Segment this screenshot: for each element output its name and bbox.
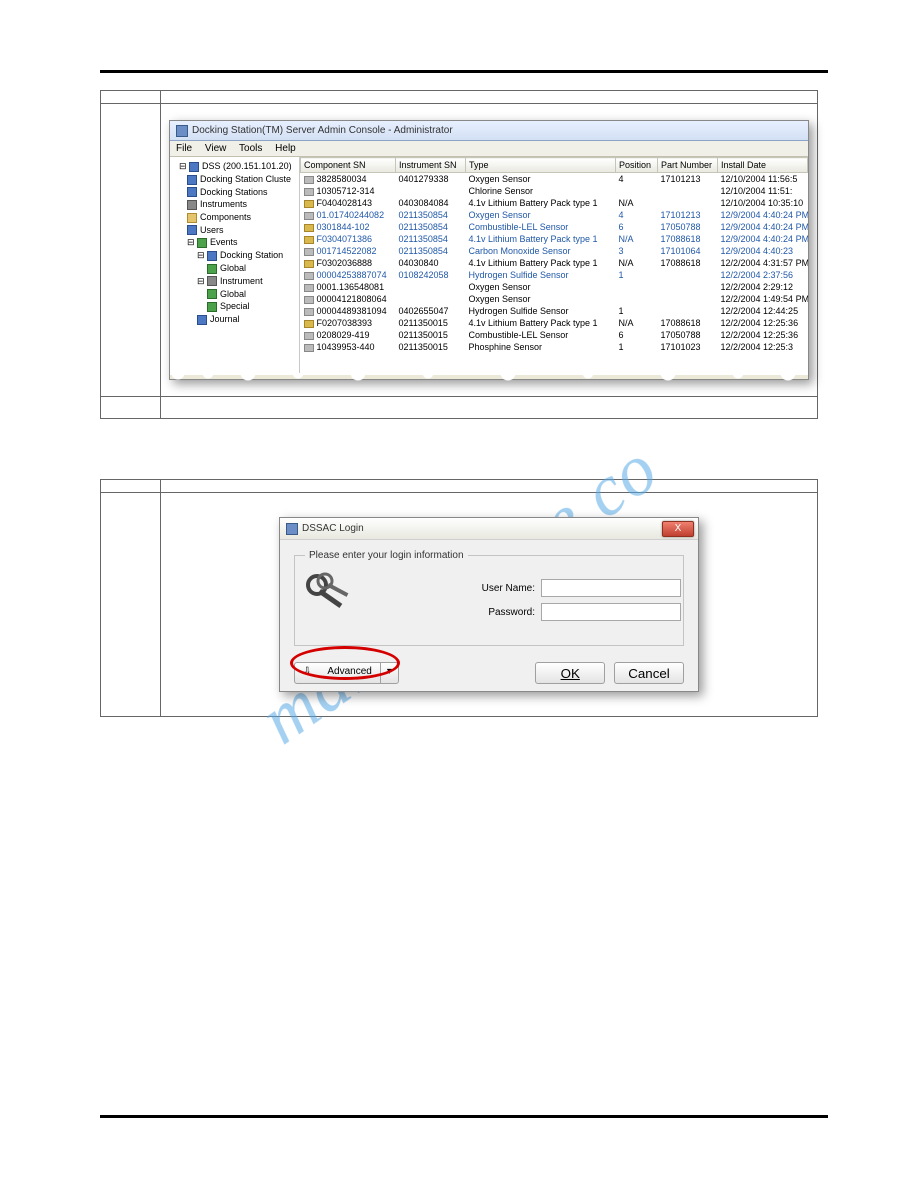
table-row[interactable]: 01.017402440820211350854Oxygen Sensor417… <box>301 209 808 221</box>
screenshot-cell: Docking Station(TM) Server Admin Console… <box>161 104 818 397</box>
tree-item[interactable]: ⊟ Events <box>173 236 296 249</box>
tree-item[interactable]: Docking Station Cluste <box>173 173 296 186</box>
table-row[interactable]: F0302036888040308404.1v Lithium Battery … <box>301 257 808 269</box>
col-install-date[interactable]: Install Date <box>718 158 808 173</box>
tree-item[interactable]: Docking Stations <box>173 186 296 199</box>
down-arrow-icon: ⇩ <box>295 663 319 683</box>
app-icon <box>176 125 188 137</box>
tree-item[interactable]: Special <box>173 300 296 313</box>
password-input[interactable] <box>541 603 681 621</box>
menu-help[interactable]: Help <box>275 143 296 154</box>
window-title: Docking Station(TM) Server Admin Console… <box>192 125 453 136</box>
table-row[interactable]: F030407138602113508544.1v Lithium Batter… <box>301 233 808 245</box>
advanced-label: Advanced <box>319 663 379 683</box>
table-row[interactable]: 00004121808064Oxygen Sensor12/2/2004 1:4… <box>301 293 808 305</box>
groupbox-legend: Please enter your login information <box>305 550 468 561</box>
titlebar[interactable]: DSSAC Login X <box>280 518 698 540</box>
table-row[interactable]: 0208029-4190211350015Combustible-LEL Sen… <box>301 329 808 341</box>
app-icon <box>286 523 298 535</box>
keys-icon <box>303 571 353 621</box>
table-row[interactable]: 000044893810940402655047Hydrogen Sulfide… <box>301 305 808 317</box>
titlebar[interactable]: Docking Station(TM) Server Admin Console… <box>170 121 808 141</box>
table-row[interactable]: 000042538870740108242058Hydrogen Sulfide… <box>301 269 808 281</box>
step-col <box>101 91 161 104</box>
menubar: File View Tools Help <box>170 141 808 157</box>
cancel-button[interactable]: Cancel <box>614 662 684 684</box>
tree-item[interactable]: Global <box>173 288 296 301</box>
step-cell <box>101 104 161 397</box>
action-cell <box>161 397 818 419</box>
menu-tools[interactable]: Tools <box>239 143 262 154</box>
step-col <box>101 480 161 493</box>
table-row[interactable]: F020703839302113500154.1v Lithium Batter… <box>301 317 808 329</box>
component-list[interactable]: Component SN Instrument SN Type Position… <box>300 157 808 375</box>
col-part-number[interactable]: Part Number <box>658 158 718 173</box>
table-row[interactable]: 38285800340401279338Oxygen Sensor4171012… <box>301 173 808 186</box>
password-label: Password: <box>455 607 535 618</box>
nav-tree[interactable]: ⊟ DSS (200.151.101.20) Docking Station C… <box>170 157 300 375</box>
tree-item[interactable]: Components <box>173 211 296 224</box>
tree-item[interactable]: ⊟ Docking Station <box>173 249 296 262</box>
close-button[interactable]: X <box>662 521 694 537</box>
login-groupbox: Please enter your login information User… <box>294 550 684 646</box>
advanced-button[interactable]: ⇩ Advanced ▾ <box>294 662 399 684</box>
table-row[interactable]: F040402814304030840844.1v Lithium Batter… <box>301 197 808 209</box>
screenshot-cell: DSSAC Login X Please enter your login in… <box>161 493 818 717</box>
col-type[interactable]: Type <box>466 158 616 173</box>
dialog-title: DSSAC Login <box>302 523 364 534</box>
table-row[interactable]: 0017145220820211350854Carbon Monoxide Se… <box>301 245 808 257</box>
username-input[interactable] <box>541 579 681 597</box>
torn-edge <box>168 373 810 385</box>
page-rule-top <box>100 70 828 73</box>
tree-item[interactable]: Users <box>173 224 296 237</box>
col-position[interactable]: Position <box>616 158 658 173</box>
action-col <box>161 91 818 104</box>
table-row[interactable]: 0001.136548081Oxygen Sensor12/2/2004 2:2… <box>301 281 808 293</box>
tree-item[interactable]: Global <box>173 262 296 275</box>
action-col <box>161 480 818 493</box>
login-dialog: DSSAC Login X Please enter your login in… <box>279 517 699 692</box>
table-row[interactable]: 10305712-314Chlorine Sensor12/10/2004 11… <box>301 185 808 197</box>
ok-button[interactable]: OK <box>535 662 605 684</box>
menu-view[interactable]: View <box>205 143 227 154</box>
menu-file[interactable]: File <box>176 143 192 154</box>
table-row[interactable]: 10439953-4400211350015Phosphine Sensor11… <box>301 341 808 353</box>
table-row[interactable]: 0301844-1020211350854Combustible-LEL Sen… <box>301 221 808 233</box>
col-component-sn[interactable]: Component SN <box>301 158 396 173</box>
col-instrument-sn[interactable]: Instrument SN <box>396 158 466 173</box>
tree-item[interactable]: ⊟ Instrument <box>173 275 296 288</box>
username-label: User Name: <box>455 583 535 594</box>
tree-root[interactable]: ⊟ DSS (200.151.101.20) <box>173 160 296 173</box>
steps-table-1: Docking Station(TM) Server Admin Console… <box>100 90 818 419</box>
page-rule-bottom <box>100 1115 828 1118</box>
tree-item[interactable]: Journal <box>173 313 296 326</box>
step-cell <box>101 493 161 717</box>
step-cell <box>101 397 161 419</box>
tree-item[interactable]: Instruments <box>173 198 296 211</box>
steps-table-2: DSSAC Login X Please enter your login in… <box>100 479 818 717</box>
admin-console-window: Docking Station(TM) Server Admin Console… <box>169 120 809 380</box>
dropdown-arrow-icon[interactable]: ▾ <box>380 663 398 683</box>
